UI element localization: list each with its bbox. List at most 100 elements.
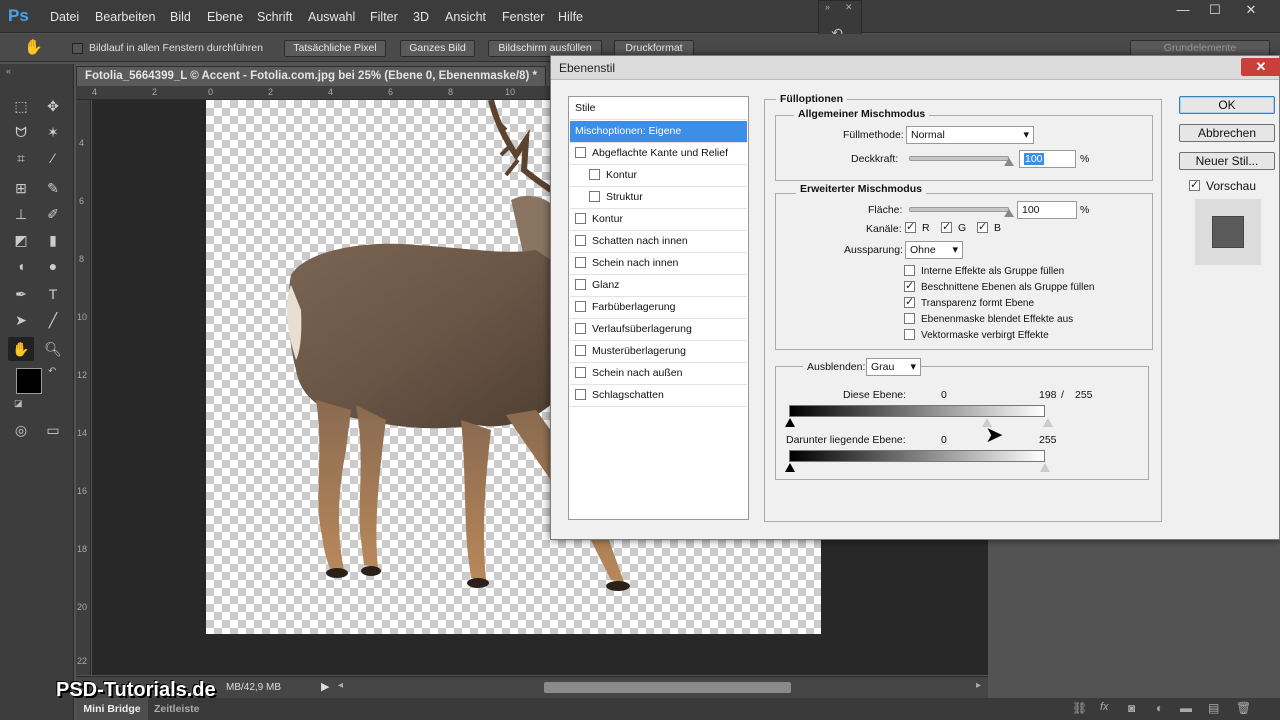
gradient-tool-icon[interactable]: ▮ [40, 228, 66, 252]
horizontal-scrollbar[interactable] [544, 682, 791, 693]
style-color-overlay[interactable]: Farbüberlagerung [570, 297, 747, 319]
healing-brush-icon[interactable]: ⊞ [8, 176, 34, 200]
menu-auswahl[interactable]: Auswahl [308, 10, 355, 24]
tab-timeline[interactable]: Zeitleiste [154, 703, 200, 715]
path-select-icon[interactable]: ➤ [8, 308, 34, 332]
outer-glow-checkbox[interactable] [575, 366, 586, 378]
adv-checkbox-1[interactable] [904, 264, 915, 276]
bevel-checkbox[interactable] [575, 146, 586, 158]
zoom-tool-icon[interactable]: 🔍︎ [40, 337, 66, 361]
knockout-select[interactable]: Ohne [905, 241, 963, 259]
eraser-tool-icon[interactable]: ◩ [8, 228, 34, 252]
history-brush-icon[interactable]: ✐ [40, 202, 66, 226]
menu-datei[interactable]: Datei [50, 10, 79, 24]
blend-mode-select[interactable]: Normal [906, 126, 1034, 144]
adv-option-clipped-layers[interactable]: Beschnittene Ebenen als Gruppe füllen [904, 279, 1094, 293]
preview-option[interactable]: Vorschau [1189, 178, 1256, 193]
trash-icon[interactable]: 🗑︎ [1236, 701, 1251, 715]
drop-shadow-checkbox[interactable] [575, 388, 586, 400]
channel-b[interactable]: B [977, 220, 1001, 234]
crop-tool-icon[interactable]: ⌗ [8, 146, 34, 170]
scroll-all-checkbox[interactable] [72, 43, 83, 54]
fill-input[interactable]: 100 [1017, 201, 1077, 219]
style-contour-sub[interactable]: Kontur [570, 165, 747, 187]
document-tab[interactable]: Fotolia_5664399_L © Accent - Fotolia.com… [76, 66, 546, 86]
style-gradient-overlay[interactable]: Verlaufsüberlagerung [570, 319, 747, 341]
adv-checkbox-3[interactable] [904, 295, 915, 308]
folder-icon[interactable]: ▬ [1180, 701, 1192, 715]
fit-screen-button[interactable]: Ganzes Bild [400, 40, 475, 57]
menu-bearbeiten[interactable]: Bearbeiten [95, 10, 155, 24]
pen-tool-icon[interactable]: ✒ [8, 282, 34, 306]
blur-tool-icon[interactable]: ◖ [8, 254, 34, 278]
menu-3d[interactable]: 3D [413, 10, 429, 24]
default-colors-icon[interactable]: ◪ [14, 398, 23, 409]
fx-icon[interactable]: fx [1100, 701, 1109, 713]
screen-mode-icon[interactable]: ▭ [40, 418, 66, 442]
status-arrow-icon[interactable]: ▶ [321, 680, 329, 693]
adv-option-vector-mask[interactable]: Vektormaske verbirgt Effekte [904, 328, 1049, 341]
style-pattern-overlay[interactable]: Musterüberlagerung [570, 341, 747, 363]
channel-g-checkbox[interactable] [941, 220, 952, 233]
channel-r[interactable]: R [905, 220, 930, 234]
this-layer-gradient[interactable] [789, 405, 1045, 417]
close-icon[interactable]: ✕ [1234, 0, 1268, 20]
type-tool-icon[interactable]: T [40, 282, 66, 306]
adv-option-transparency[interactable]: Transparenz formt Ebene [904, 295, 1034, 309]
new-layer-icon[interactable]: ▤ [1208, 701, 1219, 715]
underlying-black-handle[interactable] [785, 463, 795, 472]
blend-if-select[interactable]: Grau [866, 358, 921, 376]
adv-checkbox-4[interactable] [904, 312, 915, 324]
underlying-gradient[interactable] [789, 450, 1045, 462]
style-texture[interactable]: Struktur [570, 187, 747, 209]
inner-shadow-checkbox[interactable] [575, 234, 586, 246]
add-mask-icon[interactable]: ◙ [1128, 701, 1135, 715]
panel-close-icon[interactable]: ✕ [845, 2, 853, 13]
move-tool-icon[interactable]: ✥ [40, 94, 66, 118]
satin-checkbox[interactable] [575, 278, 586, 290]
menu-schrift[interactable]: Schrift [257, 10, 292, 24]
new-style-button[interactable]: Neuer Stil... [1179, 152, 1275, 170]
scroll-left-icon[interactable]: ◂ [338, 680, 343, 691]
style-inner-shadow[interactable]: Schatten nach innen [570, 231, 747, 253]
adv-option-interior-effects[interactable]: Interne Effekte als Gruppe füllen [904, 264, 1064, 277]
preview-checkbox[interactable] [1189, 178, 1200, 192]
eyedropper-icon[interactable]: ⁄ [40, 146, 66, 170]
opacity-slider-handle[interactable] [1004, 158, 1014, 166]
fill-slider-track[interactable] [909, 207, 1009, 212]
inner-glow-checkbox[interactable] [575, 256, 586, 268]
menu-bild[interactable]: Bild [170, 10, 191, 24]
style-bevel-emboss[interactable]: Abgeflachte Kante und Relief [570, 143, 747, 165]
minimize-icon[interactable]: — [1166, 0, 1200, 20]
menu-fenster[interactable]: Fenster [502, 10, 544, 24]
brush-tool-icon[interactable]: ✎ [40, 176, 66, 200]
opacity-input[interactable]: 100 [1019, 150, 1076, 168]
hand-tool-icon[interactable]: ✋ [24, 38, 43, 56]
dialog-titlebar[interactable]: Ebenenstil ✕ [551, 56, 1280, 80]
line-tool-icon[interactable]: ╱ [40, 308, 66, 332]
dialog-close-button[interactable]: ✕ [1241, 58, 1280, 76]
channel-g[interactable]: G [941, 220, 966, 234]
marquee-tool-icon[interactable]: ⬚ [8, 94, 34, 118]
channel-r-checkbox[interactable] [905, 220, 916, 233]
channel-b-checkbox[interactable] [977, 220, 988, 233]
this-layer-black-handle[interactable] [785, 418, 795, 427]
adv-option-layer-mask[interactable]: Ebenenmaske blendet Effekte aus [904, 312, 1073, 325]
texture-checkbox[interactable] [589, 190, 600, 202]
foreground-color-swatch[interactable] [16, 368, 42, 394]
quick-mask-icon[interactable]: ◎ [8, 418, 34, 442]
menu-ebene[interactable]: Ebene [207, 10, 243, 24]
style-inner-glow[interactable]: Schein nach innen [570, 253, 747, 275]
panel-collapse-icon[interactable]: » [825, 2, 830, 12]
underlying-white-handle[interactable] [1040, 463, 1050, 472]
this-layer-white-handle-right[interactable] [1043, 418, 1053, 427]
fill-slider-handle[interactable] [1004, 209, 1014, 217]
stroke-checkbox[interactable] [575, 212, 586, 224]
pattern-overlay-checkbox[interactable] [575, 344, 586, 356]
magic-wand-icon[interactable]: ✶ [40, 120, 66, 144]
cancel-button[interactable]: Abbrechen [1179, 124, 1275, 142]
styles-header[interactable]: Stile [570, 98, 747, 120]
maximize-icon[interactable]: ☐ [1198, 0, 1232, 20]
link-icon[interactable]: ⛓ [1072, 701, 1087, 715]
style-drop-shadow[interactable]: Schlagschatten [570, 385, 747, 407]
